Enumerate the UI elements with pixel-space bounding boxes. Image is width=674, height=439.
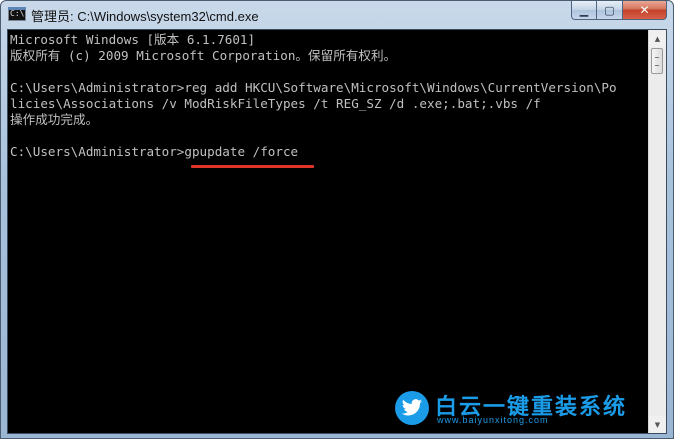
console-command-line[interactable]: C:\Users\Administrator>gpupdate /force: [10, 144, 298, 160]
title-bar[interactable]: C:\ 管理员: C:\Windows\system32\cmd.exe ▁ ▢…: [1, 1, 673, 29]
command-highlight-underline: [191, 165, 314, 168]
console-line: 版权所有 (c) 2009 Microsoft Corporation。保留所有…: [10, 48, 397, 63]
maximize-button[interactable]: ▢: [597, 1, 623, 20]
twitter-bird-icon: [395, 391, 429, 425]
vertical-scrollbar[interactable]: ▲ ▼: [648, 30, 666, 433]
scrollbar-thumb[interactable]: [651, 48, 663, 74]
chevron-down-icon: ▼: [654, 420, 661, 429]
console-line: 操作成功完成。: [10, 112, 99, 127]
close-button[interactable]: ✕: [623, 1, 667, 20]
command-prompt: C:\Users\Administrator>: [10, 144, 185, 159]
console-output[interactable]: Microsoft Windows [版本 6.1.7601] 版权所有 (c)…: [8, 30, 648, 433]
minimize-icon: ▁: [579, 3, 589, 17]
cmd-window: C:\ 管理员: C:\Windows\system32\cmd.exe ▁ ▢…: [0, 0, 674, 439]
scroll-down-button[interactable]: ▼: [649, 416, 666, 433]
console-line: licies\Associations /v ModRiskFileTypes …: [10, 96, 541, 111]
window-controls: ▁ ▢ ✕: [571, 1, 667, 21]
console-line: Microsoft Windows [版本 6.1.7601]: [10, 32, 256, 47]
watermark-logo: 白云一键重装系统 www.baiyunxitong.com: [395, 391, 640, 427]
scroll-up-button[interactable]: ▲: [649, 30, 666, 47]
console-line: C:\Users\Administrator>reg add HKCU\Soft…: [10, 80, 617, 95]
watermark-url: www.baiyunxitong.com: [437, 415, 549, 425]
current-command: gpupdate /force: [184, 144, 299, 159]
close-icon: ✕: [639, 3, 650, 17]
maximize-icon: ▢: [604, 3, 615, 17]
window-title: 管理员: C:\Windows\system32\cmd.exe: [31, 9, 259, 24]
minimize-button[interactable]: ▁: [571, 1, 597, 20]
console-client-area: Microsoft Windows [版本 6.1.7601] 版权所有 (c)…: [7, 29, 667, 434]
chevron-up-icon: ▲: [654, 34, 661, 43]
cmd-app-icon[interactable]: C:\: [8, 7, 26, 21]
